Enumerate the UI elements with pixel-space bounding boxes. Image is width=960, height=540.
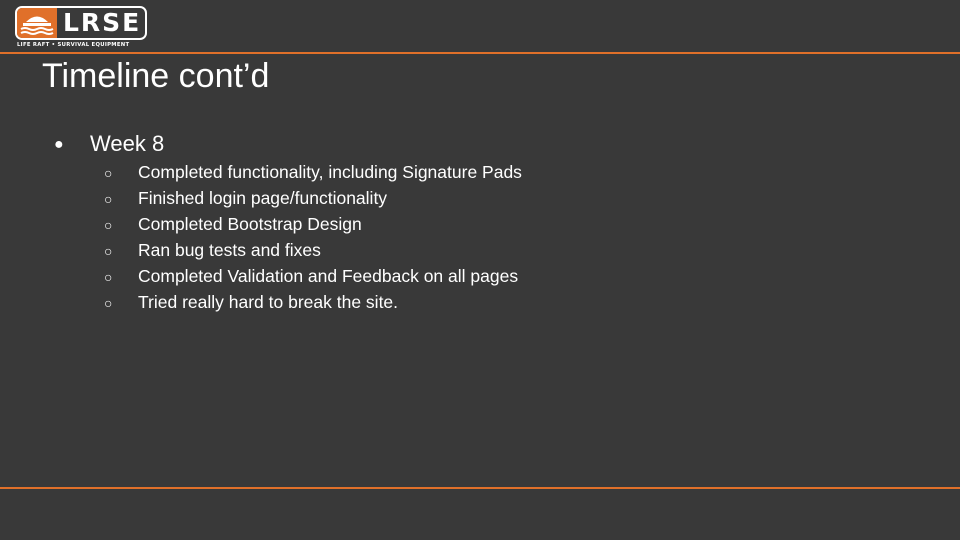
life-raft-icon [17, 8, 57, 38]
sub-bullet-item: ○ Tried really hard to break the site. [0, 290, 960, 316]
sub-bullet-text: Tried really hard to break the site. [138, 292, 399, 312]
bullet-text: Week 8 [90, 131, 165, 156]
slide-title: Timeline cont’d [42, 57, 270, 95]
sub-bullet-text: Completed functionality, including Signa… [138, 162, 522, 182]
sub-bullet-item: ○ Completed Bootstrap Design [0, 212, 960, 238]
sub-bullet-marker: ○ [104, 217, 113, 233]
logo-badge: LRSE [15, 6, 147, 40]
sub-bullet-item: ○ Completed Validation and Feedback on a… [0, 264, 960, 290]
logo-tagline: LIFE RAFT • SURVIVAL EQUIPMENT [17, 42, 130, 48]
bullet-marker: ● [54, 136, 64, 153]
slide: LRSE LIFE RAFT • SURVIVAL EQUIPMENT Time… [0, 0, 960, 540]
bullet-list: ● Week 8 ○ Completed functionality, incl… [0, 130, 960, 316]
sub-bullet-marker: ○ [104, 191, 113, 207]
sub-bullet-item: ○ Ran bug tests and fixes [0, 238, 960, 264]
bullet-item: ● Week 8 [0, 130, 960, 160]
sub-bullet-text: Ran bug tests and fixes [138, 240, 321, 260]
sub-bullet-text: Completed Bootstrap Design [138, 214, 362, 234]
sub-bullet-marker: ○ [104, 295, 113, 311]
sub-bullet-marker: ○ [104, 165, 113, 181]
header-divider [0, 52, 960, 54]
brand-logo: LRSE LIFE RAFT • SURVIVAL EQUIPMENT [15, 6, 149, 50]
sub-bullet-marker: ○ [104, 269, 113, 285]
sub-bullet-marker: ○ [104, 243, 113, 259]
logo-text: LRSE [63, 8, 142, 37]
sub-bullet-item: ○ Completed functionality, including Sig… [0, 160, 960, 186]
footer-divider [0, 487, 960, 489]
sub-bullet-item: ○ Finished login page/functionality [0, 186, 960, 212]
sub-bullet-text: Finished login page/functionality [138, 188, 388, 208]
sub-bullet-text: Completed Validation and Feedback on all… [138, 266, 519, 286]
